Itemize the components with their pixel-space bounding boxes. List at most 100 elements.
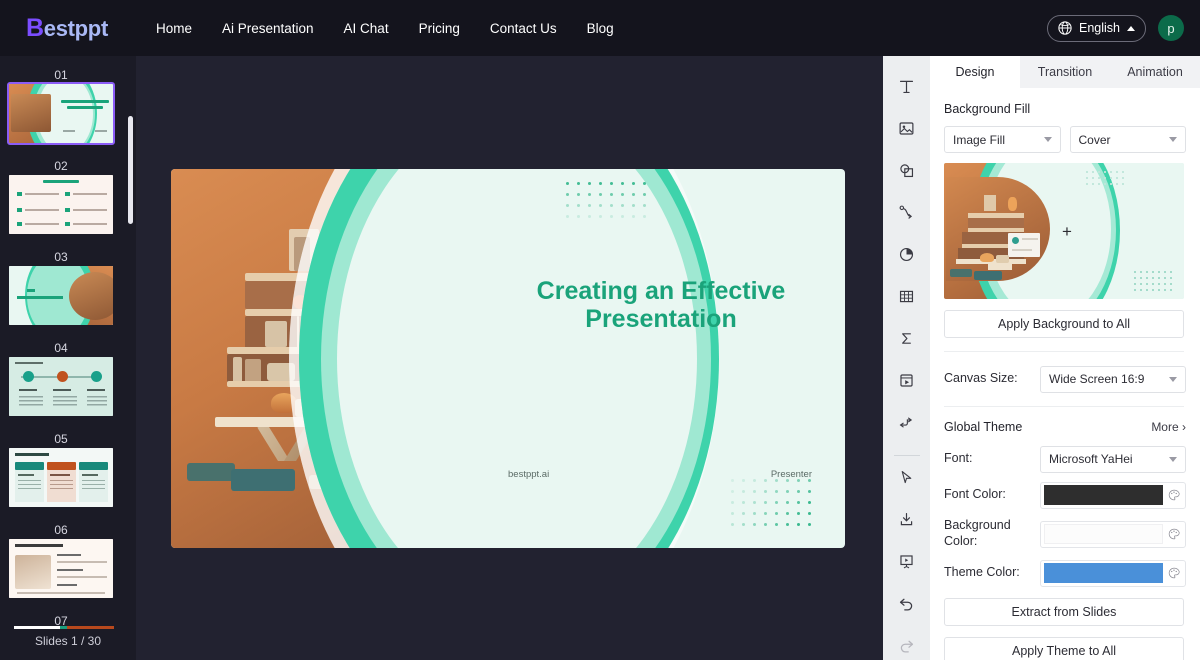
chevron-down-icon — [1169, 456, 1177, 462]
fill-mode-select[interactable]: Cover — [1069, 126, 1186, 153]
thumb-group-3: 03 — [0, 248, 122, 325]
chevron-down-icon — [1043, 137, 1052, 142]
nav-home[interactable]: Home — [156, 21, 192, 36]
nav-ai-presentation[interactable]: Ai Presentation — [222, 21, 314, 36]
background-color-row: Background Color: — [944, 517, 1186, 551]
cursor-select-icon[interactable] — [892, 463, 922, 492]
nav-ai-chat[interactable]: AI Chat — [344, 21, 389, 36]
add-background-icon[interactable]: + — [1062, 223, 1072, 240]
canvas-area[interactable]: Creating an Effective Presentation bestp… — [136, 56, 883, 660]
thumb-number: 06 — [54, 523, 68, 537]
thumb-number: 04 — [54, 341, 68, 355]
slide-thumbnail-6[interactable] — [9, 539, 113, 598]
tab-design[interactable]: Design — [930, 56, 1020, 88]
slide-thumbnail-3[interactable] — [9, 266, 113, 325]
font-color-row: Font Color: — [944, 481, 1186, 509]
font-color-field[interactable] — [1040, 481, 1186, 509]
toolbar-divider — [893, 454, 920, 456]
slide-thumbnail-1[interactable] — [7, 82, 115, 145]
app-root: Bestppt Home Ai Presentation AI Chat Pri… — [0, 0, 1200, 660]
palette-icon[interactable] — [1166, 567, 1182, 579]
slide-progress-bar — [14, 626, 114, 629]
slide-thumbnail-5[interactable] — [9, 448, 113, 507]
fill-mode-value: Cover — [1078, 132, 1111, 147]
logo-wordmark: estppt — [43, 15, 109, 41]
fill-type-value: Image Fill — [953, 132, 1006, 147]
nav-pricing[interactable]: Pricing — [419, 21, 460, 36]
fill-type-select[interactable]: Image Fill — [944, 126, 1061, 153]
decorative-dots-bottom — [731, 479, 811, 534]
more-label: More — [1151, 420, 1179, 434]
connector-icon[interactable] — [892, 198, 922, 227]
extract-from-slides-button[interactable]: Extract from Slides — [944, 598, 1184, 626]
decorative-dots-top — [566, 182, 646, 226]
tab-transition[interactable]: Transition — [1020, 56, 1110, 88]
table-icon[interactable] — [892, 282, 922, 311]
canvas-size-label: Canvas Size: — [944, 371, 1018, 386]
apply-background-to-all-button[interactable]: Apply Background to All — [944, 310, 1184, 338]
fill-controls-row: Image Fill Cover — [944, 126, 1186, 153]
thumb-group-2: 02 — [0, 157, 122, 234]
media-icon[interactable] — [892, 366, 922, 395]
nav-links: Home Ai Presentation AI Chat Pricing Con… — [156, 21, 614, 36]
global-theme-more-link[interactable]: More › — [1151, 420, 1186, 434]
tab-animation[interactable]: Animation — [1110, 56, 1200, 88]
image-icon[interactable] — [892, 114, 922, 143]
font-color-swatch[interactable] — [1044, 485, 1163, 505]
font-color-label: Font Color: — [944, 487, 1006, 502]
slide-title[interactable]: Creating an Effective Presentation — [501, 277, 821, 333]
background-preview[interactable]: + — [944, 163, 1184, 299]
properties-panel: Design Transition Animation Background F… — [930, 56, 1200, 660]
rail-scrollbar[interactable] — [128, 116, 133, 224]
brand-logo[interactable]: Bestppt — [26, 14, 108, 43]
thumb-group-4: 04 — [0, 339, 122, 416]
present-icon[interactable] — [892, 547, 922, 576]
background-color-field[interactable] — [1040, 520, 1186, 548]
theme-color-label: Theme Color: — [944, 565, 1020, 580]
divider — [944, 351, 1184, 352]
palette-icon[interactable] — [1166, 489, 1182, 501]
undo-icon[interactable] — [892, 589, 922, 618]
canvas-size-select[interactable]: Wide Screen 16:9 — [1040, 365, 1186, 393]
chevron-down-icon — [1169, 137, 1177, 142]
background-color-label: Background Color: — [944, 518, 1011, 548]
nav-blog[interactable]: Blog — [587, 21, 614, 36]
language-label: English — [1079, 21, 1120, 35]
theme-color-field[interactable] — [1040, 559, 1186, 587]
top-navbar: Bestppt Home Ai Presentation AI Chat Pri… — [0, 0, 1200, 56]
nav-right-group: English p — [1047, 0, 1184, 56]
slide-thumbnail-2[interactable] — [9, 175, 113, 234]
shape-icon[interactable] — [892, 156, 922, 185]
redo-icon[interactable] — [892, 631, 922, 660]
thumb-number: 01 — [54, 68, 68, 82]
chart-pie-icon[interactable] — [892, 240, 922, 269]
globe-icon — [1058, 21, 1072, 35]
slide-brand-label[interactable]: bestppt.ai — [508, 469, 549, 480]
avatar[interactable]: p — [1158, 15, 1184, 41]
flow-icon[interactable] — [892, 408, 922, 437]
slide-thumbnail-4[interactable] — [9, 357, 113, 416]
canvas-size-value: Wide Screen 16:9 — [1049, 372, 1145, 386]
theme-color-swatch[interactable] — [1044, 563, 1163, 583]
theme-color-row: Theme Color: — [944, 559, 1186, 587]
font-select[interactable]: Microsoft YaHei — [1040, 445, 1186, 473]
background-fill-title: Background Fill — [944, 102, 1031, 116]
background-color-swatch[interactable] — [1044, 524, 1163, 544]
insert-toolbar — [883, 56, 930, 660]
apply-theme-to-all-button[interactable]: Apply Theme to All — [944, 637, 1184, 660]
text-icon[interactable] — [892, 72, 922, 101]
thumb-number: 05 — [54, 432, 68, 446]
chevron-down-icon — [1169, 376, 1177, 382]
nav-contact-us[interactable]: Contact Us — [490, 21, 557, 36]
palette-icon[interactable] — [1166, 528, 1182, 540]
font-value: Microsoft YaHei — [1049, 452, 1133, 466]
slide-thumbnail-rail[interactable]: 01 02 03 04 05 06 07 — [0, 56, 136, 660]
language-selector[interactable]: English — [1047, 14, 1146, 42]
slide-presenter-label[interactable]: Presenter — [771, 469, 812, 480]
download-icon[interactable] — [892, 505, 922, 534]
formula-sigma-icon[interactable] — [892, 324, 922, 353]
chevron-up-icon — [1127, 25, 1135, 31]
panel-tabs: Design Transition Animation — [930, 56, 1200, 88]
slide-canvas[interactable]: Creating an Effective Presentation bestp… — [171, 169, 845, 548]
logo-letter-b: B — [26, 13, 44, 42]
